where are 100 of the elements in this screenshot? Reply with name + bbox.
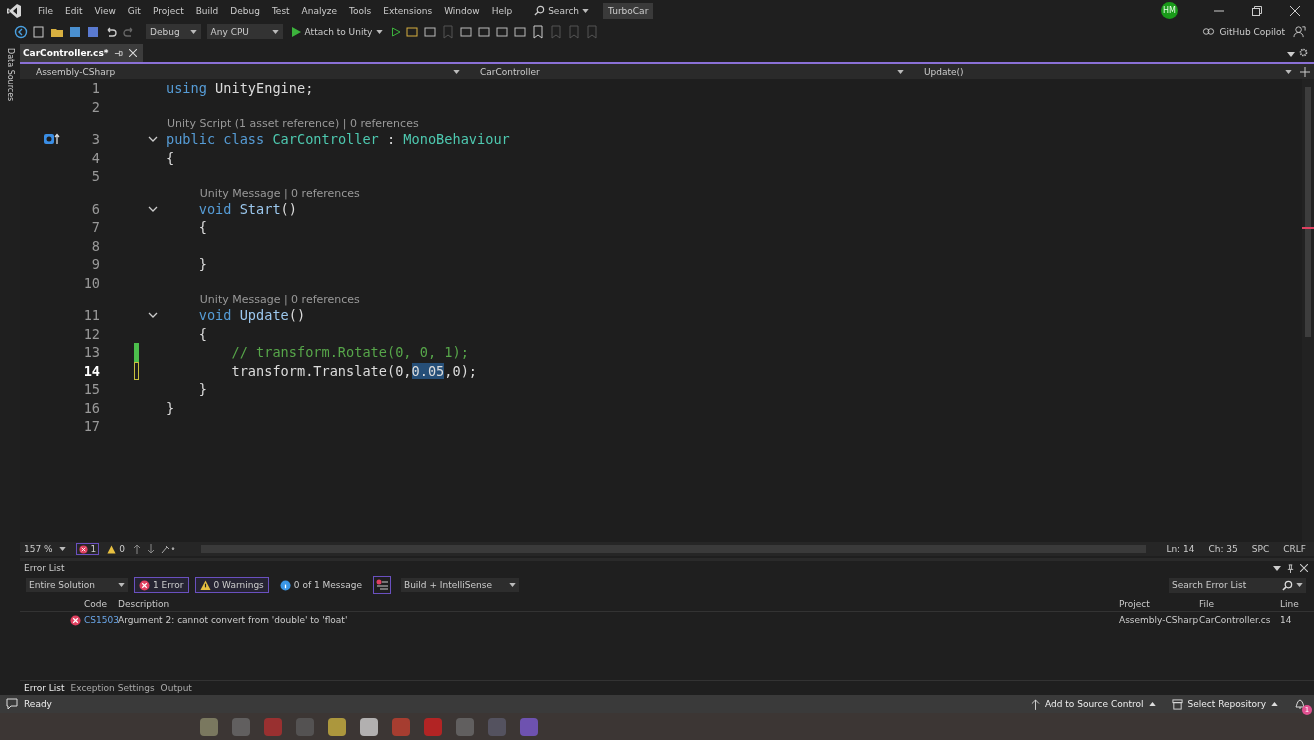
panel-tab[interactable]: Exception Settings: [68, 683, 157, 693]
scope-dropdown[interactable]: Entire Solution: [26, 578, 128, 592]
column-header[interactable]: Line: [1278, 599, 1314, 609]
menu-item[interactable]: Window: [438, 1, 486, 20]
copilot-button[interactable]: GitHub Copilot: [1202, 25, 1285, 38]
tab-list-icon[interactable]: [1287, 52, 1295, 57]
settings-icon[interactable]: [1299, 48, 1308, 57]
save-icon[interactable]: [68, 24, 82, 39]
arrow-up-icon[interactable]: [133, 544, 142, 554]
taskbar-app-icon[interactable]: [328, 717, 346, 736]
filter-icon[interactable]: [372, 576, 391, 594]
menu-item[interactable]: Build: [189, 1, 225, 20]
toolbar-icon[interactable]: [405, 24, 420, 39]
warning-icon: [107, 544, 117, 554]
source-control-button[interactable]: Add to Source Control: [1031, 698, 1156, 710]
menu-item[interactable]: Project: [146, 1, 190, 20]
taskbar-app-icon[interactable]: [360, 717, 378, 736]
play-icon[interactable]: [391, 25, 402, 38]
unity-marker-icon[interactable]: [44, 133, 60, 146]
caret-icon: [189, 29, 197, 34]
copilot-icon: [1202, 25, 1216, 38]
toolbar-icon[interactable]: [459, 24, 474, 39]
table-cell-text: Assembly-CSharp: [1118, 615, 1197, 625]
taskbar-app-icon[interactable]: [200, 717, 218, 736]
dropdown-icon[interactable]: [1273, 565, 1281, 571]
column-header[interactable]: Project: [1117, 599, 1197, 609]
close-icon[interactable]: [1300, 564, 1308, 572]
line-ending-indicator[interactable]: CRLF: [1279, 544, 1310, 554]
save-icon[interactable]: [86, 24, 100, 39]
account-avatar[interactable]: HM: [1161, 2, 1178, 19]
filter-toggle[interactable]: 0 Warnings: [194, 577, 269, 593]
table-cell-text: 14: [1279, 615, 1293, 625]
source-dropdown[interactable]: Build + IntelliSense: [400, 578, 519, 592]
line-number: 11: [82, 307, 100, 324]
restore-icon[interactable]: [1252, 5, 1262, 16]
attach-button[interactable]: Attach to Unity: [286, 26, 388, 37]
warning-count[interactable]: 0: [105, 544, 128, 554]
line-indicator[interactable]: Ln: 14: [1162, 544, 1199, 554]
menu-item[interactable]: View: [88, 1, 122, 20]
scrollbar[interactable]: [1302, 79, 1314, 542]
column-indicator[interactable]: Ch: 35: [1204, 544, 1242, 554]
close-icon[interactable]: [1290, 5, 1300, 16]
whitespace-indicator[interactable]: SPC: [1247, 544, 1274, 554]
member-dropdown[interactable]: Update(): [908, 66, 1296, 77]
search-field[interactable]: Search Error List: [1169, 577, 1279, 593]
type-dropdown[interactable]: CarController: [464, 66, 908, 77]
error-count[interactable]: 1: [75, 543, 100, 555]
search-button[interactable]: Search: [528, 5, 596, 16]
code-lens[interactable]: Unity Message | 0 references: [167, 293, 360, 306]
code-lens[interactable]: Unity Message | 0 references: [167, 186, 360, 200]
menu-item[interactable]: Debug: [224, 1, 266, 20]
menu-item[interactable]: Tools: [343, 1, 378, 20]
zoom-dropdown[interactable]: 157 %: [20, 544, 70, 554]
toolbar-icon[interactable]: [423, 24, 438, 39]
platform-dropdown[interactable]: Any CPU: [206, 24, 283, 39]
side-panel-tab[interactable]: Data Sources: [5, 48, 15, 102]
menu-item[interactable]: Help: [485, 1, 519, 20]
line-number: 15: [82, 381, 100, 398]
brush-icon[interactable]: [161, 544, 176, 554]
project-dropdown[interactable]: Assembly-CSharp: [20, 66, 464, 77]
arrow-down-icon[interactable]: [147, 544, 156, 554]
close-icon[interactable]: [129, 49, 138, 57]
menu-item[interactable]: Analyze: [295, 1, 344, 20]
split-icon[interactable]: [1300, 66, 1310, 77]
filter-toggle[interactable]: 1 Error: [134, 577, 189, 593]
caret-icon: [1296, 583, 1303, 587]
column-header[interactable]: Description: [116, 599, 1117, 609]
search-options-button[interactable]: [1279, 577, 1306, 593]
menu-item[interactable]: File: [32, 1, 60, 20]
arrow-up-icon: [1031, 698, 1040, 710]
pin-icon[interactable]: [114, 48, 124, 58]
column-header[interactable]: File: [1197, 599, 1278, 609]
document-tab[interactable]: CarController.cs*: [20, 44, 144, 62]
toolbar-icon[interactable]: [495, 24, 510, 39]
error-icon: [139, 579, 150, 591]
panel-tab[interactable]: Error List: [22, 683, 67, 693]
column-header[interactable]: Code: [82, 599, 116, 609]
toolbar-icon[interactable]: [513, 24, 528, 39]
chat-icon[interactable]: [6, 698, 18, 710]
bookmark-icon[interactable]: [531, 24, 546, 39]
pin-icon[interactable]: [1286, 563, 1295, 573]
feedback-icon[interactable]: [1293, 25, 1306, 38]
code-lens[interactable]: Unity Script (1 asset reference) | 0 references: [167, 117, 419, 130]
configuration-dropdown[interactable]: Debug: [146, 24, 201, 39]
repository-icon: [1171, 698, 1183, 710]
menu-item[interactable]: Test: [265, 1, 296, 20]
toolbar-icon[interactable]: [477, 24, 492, 39]
code-token: void: [197, 307, 232, 324]
menu-item[interactable]: Git: [121, 1, 147, 20]
menu-item[interactable]: Edit: [59, 1, 89, 20]
back-icon[interactable]: [14, 24, 28, 39]
filter-toggle[interactable]: 0 of 1 Message: [274, 577, 367, 593]
line-number: 10: [82, 274, 100, 291]
panel-tab[interactable]: Output: [158, 683, 194, 693]
new-item-icon[interactable]: [32, 24, 46, 39]
notification-bell-icon[interactable]: [1294, 698, 1306, 710]
caret-icon: [118, 583, 125, 587]
repository-button[interactable]: Select Repository: [1171, 698, 1278, 710]
status-text: Ready: [24, 699, 52, 709]
menu-item[interactable]: Extensions: [377, 1, 439, 20]
